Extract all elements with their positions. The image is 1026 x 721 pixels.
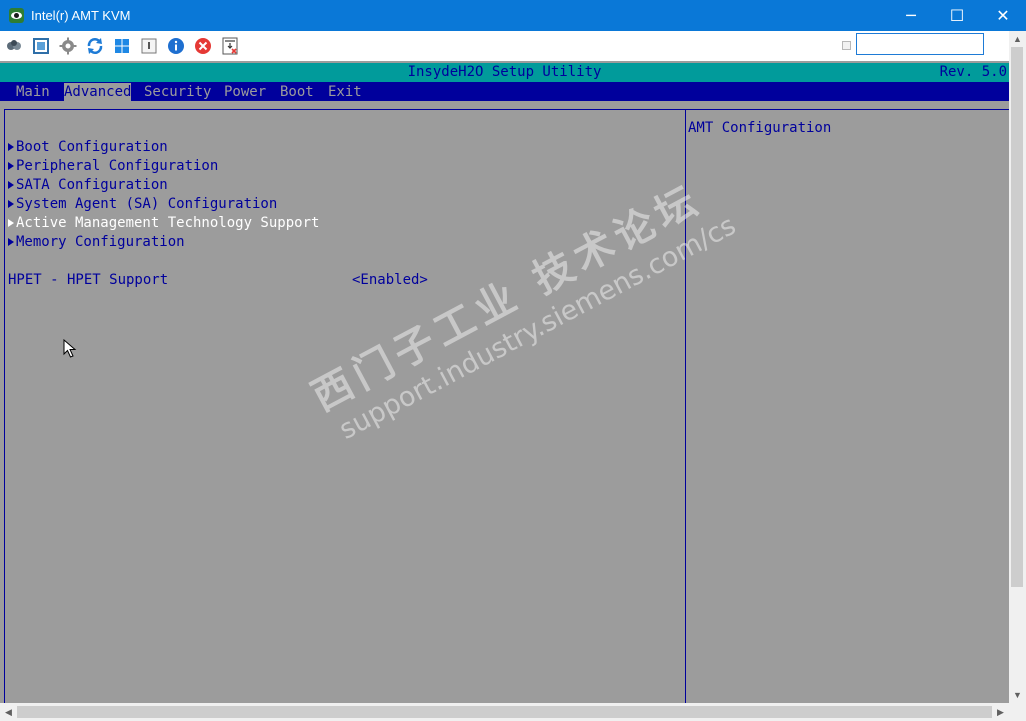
hpet-support-value[interactable]: <Enabled> [352, 271, 428, 290]
bios-help-pane [685, 109, 1009, 703]
tab-security[interactable]: Security [144, 83, 211, 101]
vertical-scrollbar-thumb[interactable] [1011, 47, 1023, 587]
mouse-cursor-icon [63, 339, 77, 358]
connect-icon[interactable] [5, 37, 23, 55]
close-button[interactable]: ✕ [980, 0, 1026, 31]
app-eye-icon [9, 8, 24, 23]
scroll-left-arrow-icon[interactable]: ◀ [0, 703, 17, 721]
tab-power[interactable]: Power [224, 83, 266, 101]
submenu-arrow-icon [8, 200, 14, 208]
fullscreen-icon[interactable] [32, 37, 50, 55]
submenu-arrow-icon [8, 238, 14, 246]
submenu-arrow-icon [8, 162, 14, 170]
submenu-arrow-icon [8, 143, 14, 151]
ctrl-alt-del-icon[interactable] [221, 37, 239, 55]
disconnect-icon[interactable] [194, 37, 212, 55]
menu-item-peripheral-configuration[interactable]: Peripheral Configuration [8, 157, 218, 176]
submenu-arrow-icon [8, 181, 14, 189]
help-text: AMT Configuration [688, 120, 832, 136]
menu-item-sata-configuration[interactable]: SATA Configuration [8, 176, 168, 195]
menu-item-boot-configuration[interactable]: Boot Configuration [8, 138, 168, 157]
bios-screen[interactable]: InsydeH2O Setup Utility Rev. 5.0 Main Ad… [0, 61, 1009, 703]
bios-revision: Rev. 5.0 [939, 64, 1007, 80]
window-title: Intel(r) AMT KVM [31, 8, 131, 23]
maximize-button[interactable]: ☐ [934, 0, 980, 31]
tab-exit[interactable]: Exit [328, 83, 362, 101]
submenu-arrow-icon [8, 219, 14, 227]
bios-title: InsydeH2O Setup Utility [407, 64, 602, 80]
scroll-up-arrow-icon[interactable]: ▲ [1009, 32, 1026, 47]
scroll-down-arrow-icon[interactable]: ▼ [1009, 688, 1026, 703]
tab-boot[interactable]: Boot [280, 83, 314, 101]
bios-menubar: Main Advanced Security Power Boot Exit [0, 82, 1009, 101]
toolbar-search-input[interactable] [856, 33, 984, 55]
toolbar-checkbox[interactable] [842, 41, 851, 50]
refresh-icon[interactable] [86, 37, 104, 55]
tab-main[interactable]: Main [16, 83, 50, 101]
menu-item-amt-support[interactable]: Active Management Technology Support [8, 214, 319, 233]
info-icon[interactable] [167, 37, 185, 55]
minimize-button[interactable]: ─ [888, 0, 934, 31]
window-titlebar[interactable]: Intel(r) AMT KVM ─ ☐ ✕ [0, 0, 1026, 31]
bios-header: InsydeH2O Setup Utility Rev. 5.0 [0, 63, 1009, 82]
menu-item-system-agent-configuration[interactable]: System Agent (SA) Configuration [8, 195, 277, 214]
scroll-right-arrow-icon[interactable]: ▶ [992, 703, 1009, 721]
tab-advanced[interactable]: Advanced [64, 83, 132, 101]
menu-item-memory-configuration[interactable]: Memory Configuration [8, 233, 185, 252]
hpet-support-label: HPET - HPET Support [8, 272, 169, 288]
windows-key-icon[interactable] [113, 37, 131, 55]
horizontal-scrollbar-thumb[interactable] [17, 706, 992, 718]
document-icon[interactable] [140, 37, 158, 55]
settings-icon[interactable] [59, 37, 77, 55]
